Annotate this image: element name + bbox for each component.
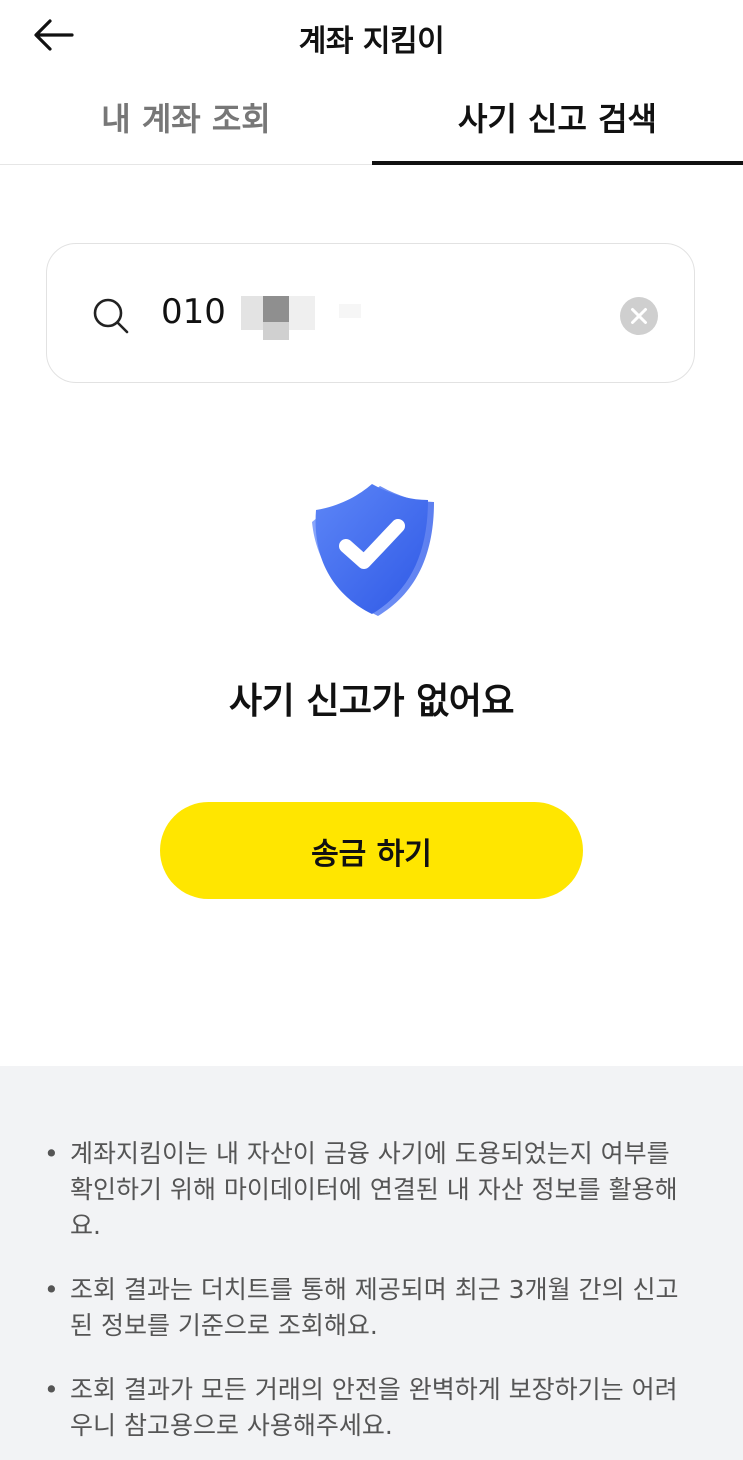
tab-bar: 내 계좌 조회 사기 신고 검색 xyxy=(0,80,743,165)
tab-my-account[interactable]: 내 계좌 조회 xyxy=(0,94,372,164)
masked-digits xyxy=(263,322,289,340)
clear-circle-icon xyxy=(631,308,647,324)
page-title: 계좌 지킴이 xyxy=(298,24,445,59)
search-icon xyxy=(93,298,129,334)
shield-check-icon xyxy=(312,484,434,616)
masked-digits xyxy=(339,304,361,318)
masked-digits xyxy=(241,296,263,330)
active-tab-indicator xyxy=(372,161,743,165)
bullet: • xyxy=(44,1275,59,1304)
tab-fraud-search[interactable]: 사기 신고 검색 xyxy=(372,94,743,164)
notice-text: 조회 결과가 모든 거래의 안전을 완벽하게 보장하기는 어려우니 참고용으로 … xyxy=(70,1375,678,1440)
bullet: • xyxy=(44,1375,59,1404)
result-message: 사기 신고가 없어요 xyxy=(228,681,515,722)
clear-search-button[interactable] xyxy=(620,297,658,335)
notice-section: • 계좌지킴이는 내 자산이 금융 사기에 도용되었는지 여부를 확인하기 위해… xyxy=(0,1066,743,1460)
send-money-button[interactable]: 송금 하기 xyxy=(160,802,583,899)
masked-digits xyxy=(263,296,289,322)
notice-text: 계좌지킴이는 내 자산이 금융 사기에 도용되었는지 여부를 확인하기 위해 마… xyxy=(70,1139,678,1240)
search-input-value[interactable]: 010 xyxy=(161,292,226,332)
bullet: • xyxy=(44,1139,59,1168)
app-header: 계좌 지킴이 xyxy=(0,0,743,70)
notice-text: 조회 결과는 더치트를 통해 제공되며 최근 3개월 간의 신고된 정보를 기준… xyxy=(70,1275,679,1340)
masked-digits xyxy=(289,296,315,330)
search-field[interactable]: 010 xyxy=(46,243,695,383)
